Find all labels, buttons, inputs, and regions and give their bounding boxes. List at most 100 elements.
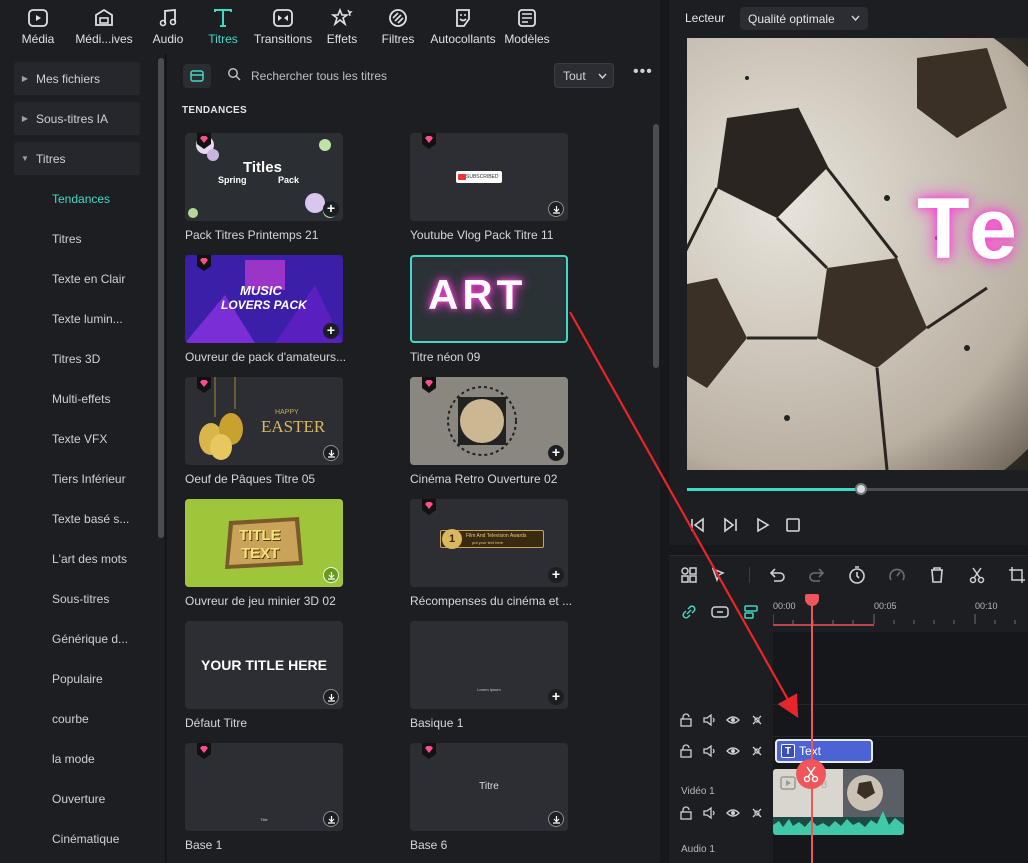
title-card[interactable]: Titre [410,743,568,831]
sidebar-item[interactable]: la mode [52,752,95,766]
category-sidebar: ▶ Mes fichiers ▶ Sous-titres IA ▼ Titres Te… [0,54,166,863]
sidebar-item[interactable]: Texte basé s... [52,512,129,526]
speaker-icon[interactable] [702,806,716,820]
sidebar-item[interactable]: Texte lumin... [52,312,123,326]
crop-icon[interactable] [1007,565,1027,585]
download-icon[interactable] [548,201,564,217]
card-title: Youtube Vlog Pack Titre 11 [410,228,554,242]
redo-icon[interactable] [807,565,827,585]
title-card[interactable]: 1 Film And Television Awards put your te… [410,499,568,587]
title-card-selected[interactable]: ART [410,255,568,343]
playhead[interactable] [811,596,813,863]
sidebar-item[interactable]: Titres [52,232,82,246]
caret-right-icon: ▶ [21,114,29,123]
download-icon[interactable] [323,567,339,583]
sidebar-item[interactable]: Tiers Inférieur [52,472,126,486]
sidebar-item[interactable]: Ouverture [52,792,105,806]
fx-track-icon[interactable] [750,806,764,820]
grid-layout-icon[interactable] [679,565,699,585]
scissors-icon[interactable] [967,565,987,585]
title-card[interactable]: HAPPY EASTER [185,377,343,465]
text-clip[interactable]: T Text [775,739,873,763]
playback-progress-bar[interactable] [687,483,1028,495]
lock-icon[interactable] [679,713,693,727]
tab-titles[interactable]: Titres [194,0,252,54]
lock-icon[interactable] [679,744,693,758]
add-icon[interactable]: + [323,201,339,217]
download-icon[interactable] [548,811,564,827]
templates-icon [518,9,536,27]
tab-media[interactable]: Média [10,0,66,54]
media-icon [28,9,48,27]
search-input[interactable] [251,66,531,86]
video-preview[interactable]: Te [687,38,1028,470]
sidebar-section-ai-subtitles[interactable]: ▶ Sous-titres IA [14,102,140,135]
split-scissors-icon[interactable] [796,759,826,789]
title-card[interactable]: + [410,377,568,465]
add-icon[interactable]: + [323,323,339,339]
sidebar-item[interactable]: L'art des mots [52,552,127,566]
tab-stickers[interactable]: Autocollants [426,0,500,54]
link-clip-icon[interactable] [711,604,729,620]
stop-icon[interactable] [784,516,802,534]
add-icon[interactable]: + [548,445,564,461]
sidebar-item[interactable]: Titres 3D [52,352,100,366]
download-icon[interactable] [323,811,339,827]
sidebar-item[interactable]: Générique d... [52,632,128,646]
sidebar-section-my-files[interactable]: ▶ Mes fichiers [14,62,140,95]
link-icon[interactable] [681,604,697,620]
grid-scrollbar[interactable] [653,124,659,368]
fx-track-icon[interactable] [750,744,764,758]
fx-track-icon[interactable] [750,713,764,727]
sidebar-item[interactable]: Populaire [52,672,103,686]
title-card[interactable]: SUBSCRIBED [410,133,568,221]
eye-icon[interactable] [726,806,740,820]
title-card[interactable]: Titles Spring Pack + [185,133,343,221]
select-tool-icon[interactable] [709,565,729,585]
download-icon[interactable] [323,445,339,461]
speaker-icon[interactable] [702,713,716,727]
magnet-snap-icon[interactable] [743,604,759,620]
timer-icon[interactable] [847,565,867,585]
speed-icon[interactable] [887,565,907,585]
add-icon[interactable]: + [548,567,564,583]
delete-icon[interactable] [927,565,947,585]
download-icon[interactable] [323,689,339,705]
sidebar-item[interactable]: Texte VFX [52,432,107,446]
undo-icon[interactable] [767,565,787,585]
tab-audio[interactable]: Audio [142,0,194,54]
more-options-button[interactable]: ••• [633,64,655,86]
sidebar-item[interactable]: Cinématique [52,832,119,846]
lock-icon[interactable] [679,806,693,820]
previous-frame-icon[interactable] [689,516,707,534]
premium-gem-icon [422,133,436,149]
video-clip[interactable]: 8 [773,769,904,835]
filter-dropdown[interactable]: Tout [554,63,614,88]
tab-stock-media[interactable]: Médi...ives [66,0,142,54]
tab-transitions[interactable]: Transitions [252,0,314,54]
title-card[interactable]: MUSIC LOVERS PACK + [185,255,343,343]
sidebar-scrollbar[interactable] [158,58,164,538]
eye-icon[interactable] [726,713,740,727]
play-icon[interactable] [753,516,771,534]
progress-knob[interactable] [854,483,867,495]
sidebar-item[interactable]: Multi-effets [52,392,110,406]
sidebar-item-tendances[interactable]: Tendances [52,192,110,206]
sidebar-item[interactable]: Texte en Clair [52,272,125,286]
title-card[interactable]: YOUR TITLE HERE [185,621,343,709]
title-card[interactable]: TITLE TEXT [185,499,343,587]
sidebar-item[interactable]: courbe [52,712,89,726]
title-card[interactable]: Lorem Ipsum + [410,621,568,709]
sidebar-section-titles[interactable]: ▼ Titres [14,142,140,175]
eye-icon[interactable] [726,744,740,758]
sidebar-item[interactable]: Sous-titres [52,592,109,606]
tab-templates[interactable]: Modèles [500,0,554,54]
tab-filters[interactable]: Filtres [370,0,426,54]
title-card[interactable]: Title [185,743,343,831]
tab-effects[interactable]: Effets [314,0,370,54]
quality-dropdown[interactable]: Qualité optimale [740,7,868,30]
next-frame-icon[interactable] [721,516,739,534]
add-icon[interactable]: + [548,689,564,705]
speaker-icon[interactable] [702,744,716,758]
category-folder-icon[interactable] [183,64,211,88]
